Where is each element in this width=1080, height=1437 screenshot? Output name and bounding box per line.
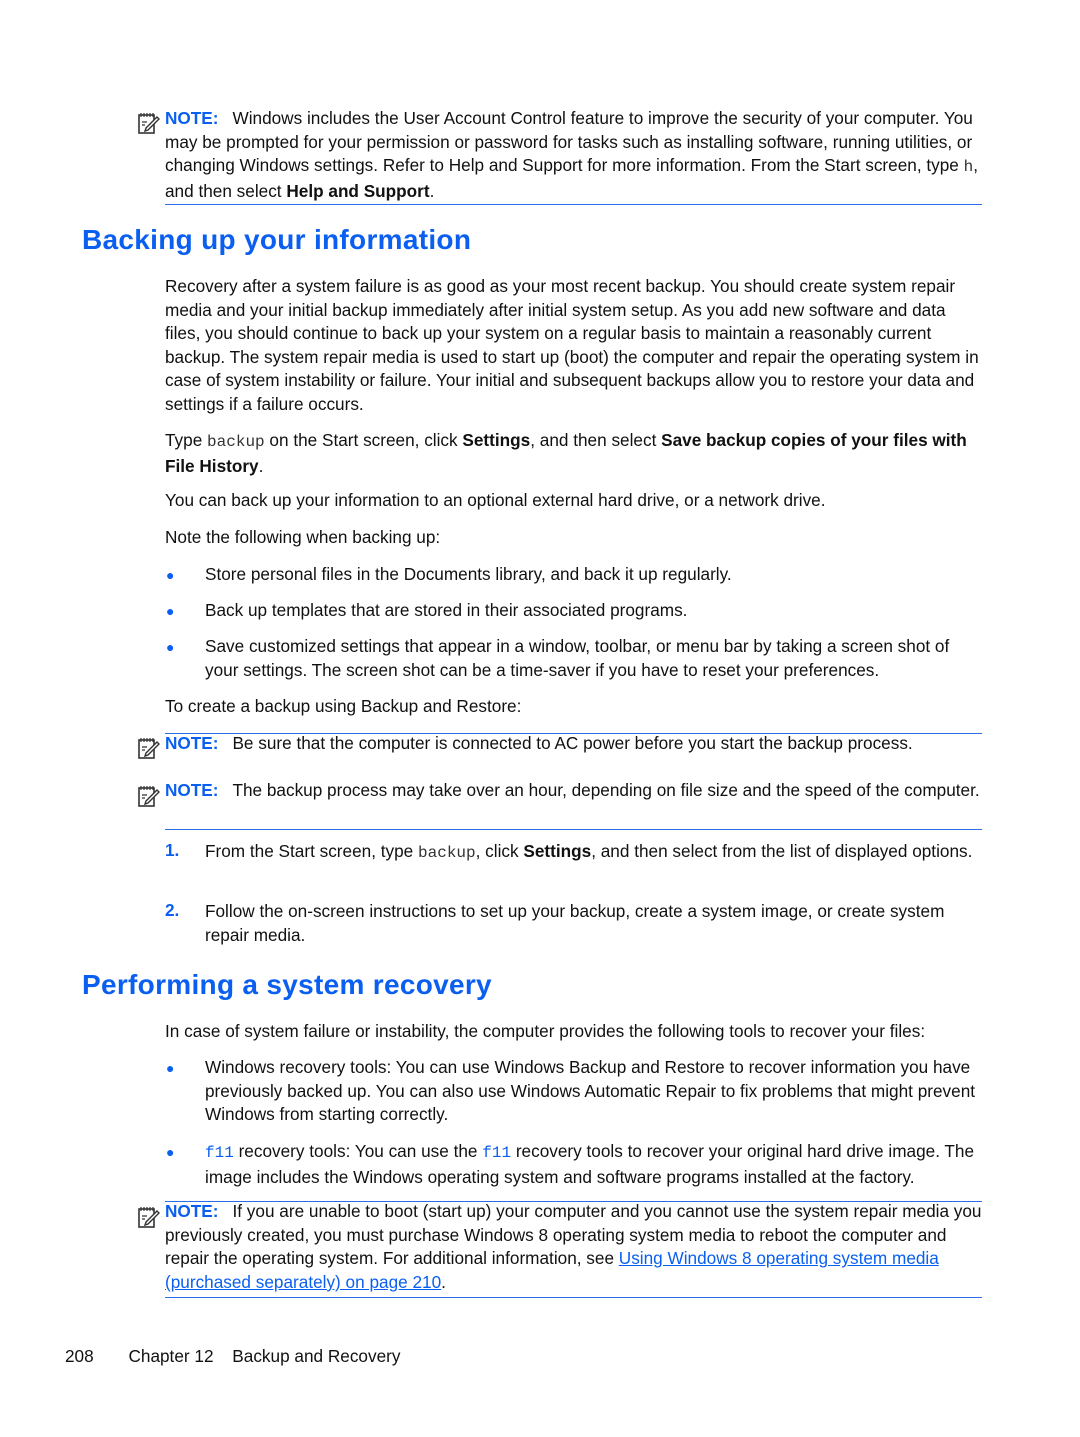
text-run: Save customized settings that appear in … [205, 636, 950, 680]
text-run: Follow the on-screen instructions to set… [205, 901, 945, 945]
paragraph: Note the following when backing up: [165, 526, 985, 550]
text-run: . [441, 1271, 446, 1292]
bullet-icon: ● [166, 1060, 175, 1076]
page-number: 208 [65, 1346, 94, 1366]
page-footer: 208 Chapter 12 Backup and Recovery [65, 1346, 400, 1367]
step-item: From the Start screen, type backup, clic… [205, 840, 985, 866]
note-pencil-icon [138, 738, 160, 759]
text-run: You can back up your information to an o… [165, 490, 826, 510]
note-label: NOTE: [165, 780, 219, 800]
note-label: NOTE: [165, 733, 219, 753]
text-run: . [258, 455, 264, 476]
bold-text: Help and Support [286, 180, 430, 201]
code-text: backup [418, 844, 476, 862]
note-pencil-icon [138, 113, 160, 134]
text-run: . [429, 180, 435, 201]
document-page: NOTE: Windows includes the User Account C… [0, 0, 1080, 1437]
step-item: Follow the on-screen instructions to set… [205, 900, 985, 947]
paragraph: In case of system failure or instability… [165, 1020, 985, 1044]
divider [165, 1297, 982, 1298]
code-text: h [963, 158, 974, 177]
step-number: 1. [165, 840, 180, 860]
text-run: , and then select [530, 430, 662, 450]
note-uac: NOTE: Windows includes the User Account C… [165, 107, 985, 203]
step-number: 2. [165, 900, 180, 920]
note-system-media: NOTE: If you are unable to boot (start up… [165, 1200, 985, 1294]
code-text: backup [207, 433, 265, 451]
note-pencil-icon [138, 786, 160, 807]
note-label: NOTE: [165, 1201, 219, 1221]
text-run: To create a backup using Backup and Rest… [165, 696, 522, 716]
text-run: Type [165, 430, 208, 450]
text-run: , click [475, 841, 524, 861]
paragraph: Type backup on the Start screen, click S… [165, 429, 985, 478]
chapter-title: Backup and Recovery [232, 1346, 401, 1366]
text-run: recovery tools: You can use the [233, 1141, 483, 1161]
paragraph: You can back up your information to an o… [165, 489, 985, 513]
list-item: Windows recovery tools: You can use Wind… [205, 1056, 985, 1127]
divider [165, 829, 982, 830]
note-backup-duration: NOTE: The backup process may take over an… [165, 779, 985, 803]
text-run: The backup process may take over an hour… [232, 780, 980, 800]
text-run: Store personal files in the Documents li… [205, 564, 732, 584]
text-run: Note the following when backing up: [165, 527, 441, 547]
section-heading-system-recovery: Performing a system recovery [82, 969, 492, 1000]
bold-text: Settings [462, 430, 531, 450]
list-item: Back up templates that are stored in the… [205, 599, 985, 623]
paragraph: Recovery after a system failure is as go… [165, 275, 985, 417]
list-item: f11 recovery tools: You can use the f11 … [205, 1140, 985, 1189]
code-text: f11 [482, 1144, 512, 1162]
text-run: From the Start screen, type [205, 841, 419, 861]
note-pencil-icon [138, 1207, 160, 1228]
text-run: Recovery after a system failure is as go… [165, 276, 979, 414]
text-run: Back up templates that are stored in the… [205, 600, 688, 620]
text-run: Windows includes the User Account Contro… [165, 108, 973, 176]
chapter-label: Chapter 12 [128, 1346, 214, 1366]
section-heading-backing-up: Backing up your information [82, 224, 472, 255]
text-run: Windows recovery tools: You can use Wind… [205, 1057, 976, 1125]
list-item: Save customized settings that appear in … [205, 635, 985, 682]
list-item: Store personal files in the Documents li… [205, 563, 985, 587]
bullet-icon: ● [166, 639, 175, 655]
bold-text: Settings [523, 841, 592, 861]
note-label: NOTE: [165, 108, 219, 128]
text-run: on the Start screen, click [264, 430, 463, 450]
paragraph: To create a backup using Backup and Rest… [165, 695, 985, 719]
bullet-icon: ● [166, 603, 175, 619]
bullet-icon: ● [166, 567, 175, 583]
bullet-icon: ● [166, 1144, 175, 1160]
note-ac-power: NOTE: Be sure that the computer is connec… [165, 732, 985, 756]
text-run: In case of system failure or instability… [165, 1021, 926, 1041]
text-run: Be sure that the computer is connected t… [232, 733, 913, 753]
divider [165, 204, 982, 205]
text-run: , and then select from the list of displ… [591, 841, 973, 861]
code-text: f11 [205, 1144, 234, 1162]
